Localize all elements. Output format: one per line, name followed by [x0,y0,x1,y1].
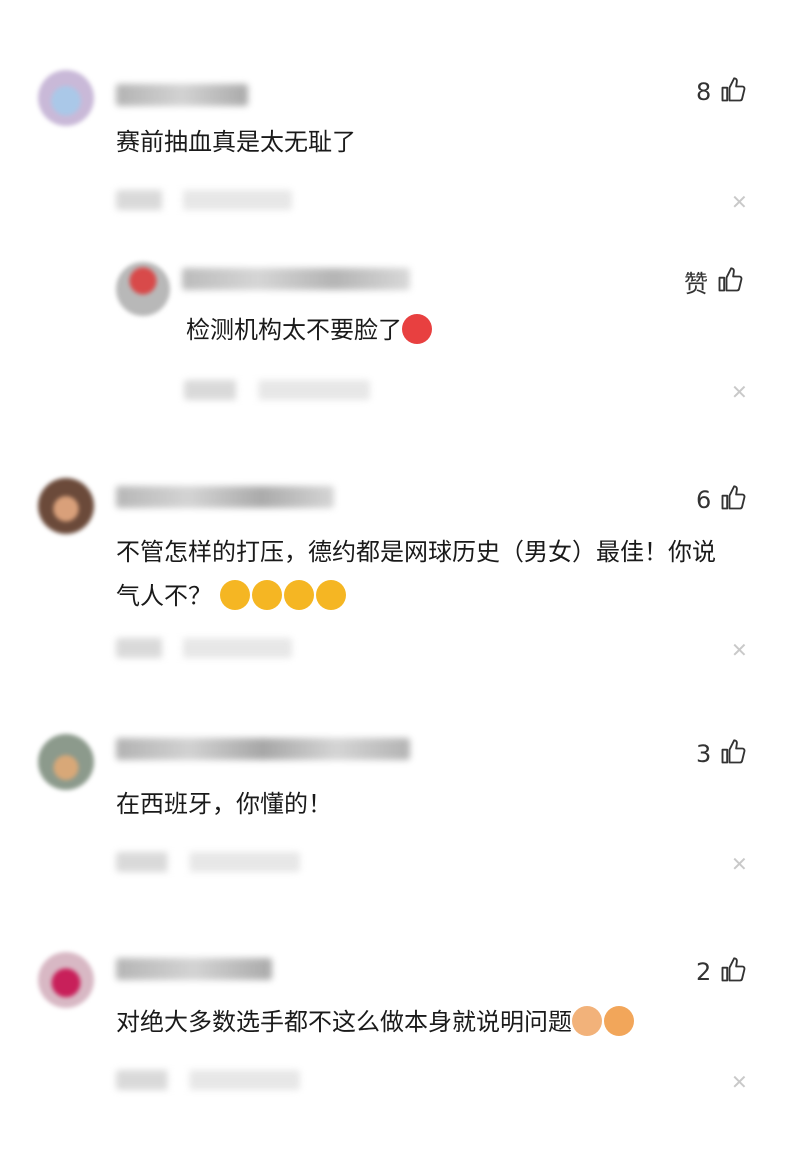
comment-text-content: 对绝大多数选手都不这么做本身就说明问题 [116,1008,572,1036]
like-button[interactable]: 赞 [684,264,744,299]
like-count: 8 [696,78,712,106]
comment-text: 在西班牙，你懂的！ [116,790,332,818]
close-icon[interactable]: ✕ [731,854,748,874]
comment-text: 对绝大多数选手都不这么做本身就说明问题 [116,1000,636,1044]
comment-meta-blurred [116,638,292,658]
like-button[interactable]: 2 [696,956,747,988]
tears-of-joy-emoji-icon [283,580,314,610]
thumbs-up-icon [719,738,747,770]
username-blurred[interactable] [116,84,248,106]
comment-text-line2: 气人不？ [116,574,766,618]
avatar[interactable] [38,478,94,534]
rolling-laughing-emoji-icon [315,580,346,610]
like-button[interactable]: 6 [696,484,747,516]
like-count: 3 [696,740,712,768]
comment-meta-blurred [116,1070,300,1090]
folded-hands-emoji-icon [572,1006,602,1036]
thumbs-up-icon [719,76,747,108]
close-icon[interactable]: ✕ [731,640,748,660]
username-blurred[interactable] [116,958,272,980]
username-blurred[interactable] [116,738,410,760]
reply-meta-blurred [184,380,370,400]
close-icon[interactable]: ✕ [731,192,748,212]
thumbs-up-emoji-icon [604,1006,634,1036]
reply-text-content: 检测机构太不要脸了 [186,316,402,344]
comment-meta-blurred [116,190,292,210]
comment-text: 不管怎样的打压，德约都是网球历史（男女）最佳！你说 气人不？ [116,530,766,618]
angry-emoji-icon [402,314,432,344]
username-blurred[interactable] [116,486,334,508]
close-icon[interactable]: ✕ [731,1072,748,1092]
comment-text-line2-content: 气人不？ [116,582,212,610]
like-count: 2 [696,958,712,986]
comment-text-line1: 不管怎样的打压，德约都是网球历史（男女）最佳！你说 [116,538,716,566]
avatar[interactable] [38,70,94,126]
avatar[interactable] [38,952,94,1008]
thumbs-up-icon [716,266,744,298]
close-icon[interactable]: ✕ [731,382,748,402]
avatar[interactable] [38,734,94,790]
thumbs-up-icon [719,484,747,516]
like-button[interactable]: 3 [696,738,747,770]
like-label: 赞 [684,270,708,298]
like-count: 6 [696,486,712,514]
comment-meta-blurred [116,852,300,872]
laughing-emoji-icon [251,580,282,610]
like-button[interactable]: 8 [696,76,747,108]
username-blurred[interactable] [182,268,410,290]
comment-text: 赛前抽血真是太无耻了 [116,128,356,156]
thumbs-up-icon [719,956,747,988]
reply-text: 检测机构太不要脸了 [186,308,434,352]
avatar[interactable] [116,262,170,316]
grinning-emoji-icon [219,580,250,610]
